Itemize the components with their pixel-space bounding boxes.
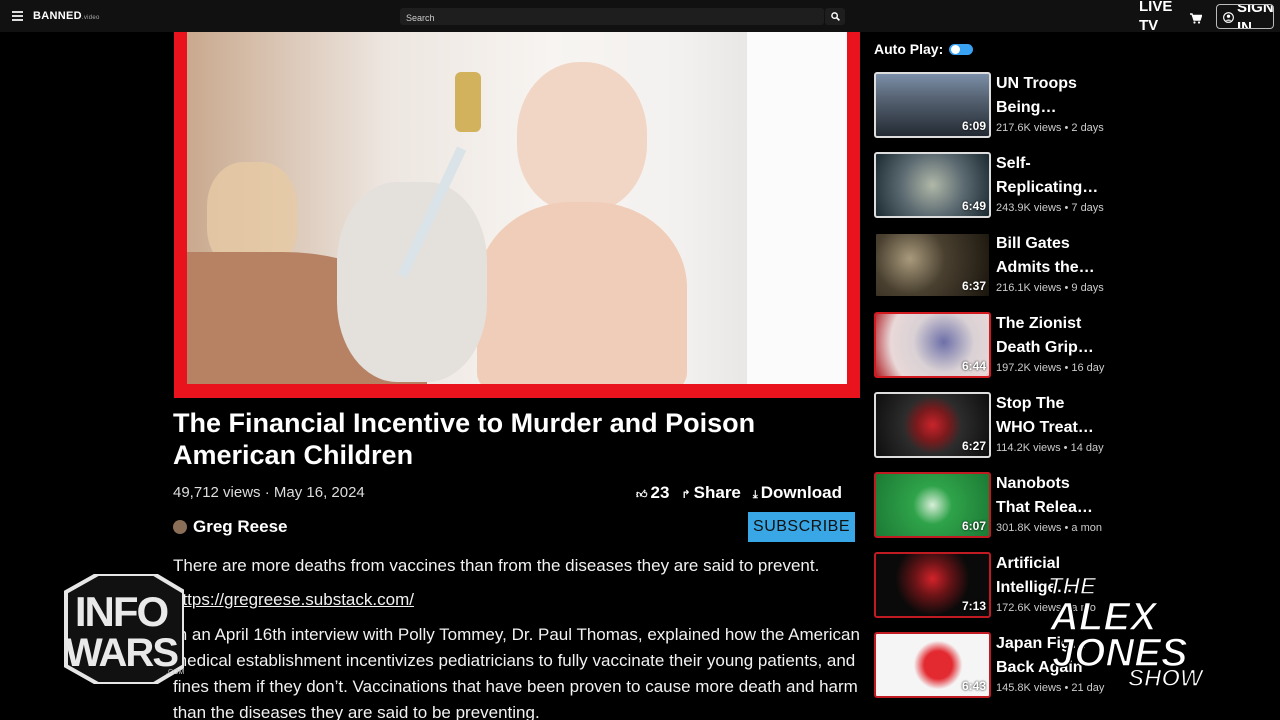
alex-jones-show-logo: THE ALEX JONES SHOW xyxy=(1040,570,1230,693)
substack-link[interactable]: https://gregreese.substack.com/ xyxy=(173,583,863,617)
svg-text:WARS: WARS xyxy=(65,631,178,675)
video-duration: 6:49 xyxy=(961,199,986,213)
autoplay-label: Auto Play: xyxy=(874,41,944,57)
share-button[interactable]: ↱ Share xyxy=(681,483,740,503)
related-title: Self-Replicating… xyxy=(996,155,1099,196)
related-video[interactable]: 6:27 Stop The WHO Treat… 114.2K views • … xyxy=(874,392,1114,462)
cart-icon[interactable] xyxy=(1190,11,1203,29)
related-meta: 114.2K views • 14 day xyxy=(996,442,1104,454)
video-duration: 6:09 xyxy=(961,119,986,133)
related-thumbnail: 7:13 xyxy=(874,552,991,618)
related-thumbnail: 6:44 xyxy=(874,312,991,378)
video-duration: 6:44 xyxy=(961,359,986,373)
like-count: 23 xyxy=(650,483,670,502)
video-actions: 👍︎ 23 ↱ Share ⤓ Download xyxy=(636,483,842,503)
like-button[interactable]: 👍︎ 23 xyxy=(636,483,669,503)
search-input[interactable] xyxy=(400,9,824,27)
related-title: UN Troops Being… xyxy=(996,75,1077,116)
sign-in-button[interactable]: SIGN IN xyxy=(1216,4,1274,29)
related-thumbnail: 6:43 xyxy=(874,632,991,698)
video-title: The Financial Incentive to Murder and Po… xyxy=(173,408,756,470)
site-logo[interactable]: BANNED.video xyxy=(33,10,100,22)
related-title: The Zionist Death Grip… xyxy=(996,315,1094,356)
sign-in-label: SIGN IN xyxy=(1237,4,1274,29)
video-duration: 6:07 xyxy=(961,519,986,533)
svg-text:.COM: .COM xyxy=(166,669,184,676)
infowars-logo: INFO WARS .COM xyxy=(58,572,186,686)
channel-link[interactable]: Greg Reese xyxy=(173,517,288,537)
related-thumbnail: 6:49 xyxy=(874,152,991,218)
related-video[interactable]: 6:44 The Zionist Death Grip… 197.2K view… xyxy=(874,312,1114,382)
related-thumbnail: 6:27 xyxy=(874,392,991,458)
related-meta: 197.2K views • 16 day xyxy=(996,362,1105,374)
top-bar: BANNED.video LIVE TV SIGN IN xyxy=(0,0,1280,35)
description-summary: There are more deaths from vaccines than… xyxy=(173,556,820,575)
live-tv-link[interactable]: LIVE TV xyxy=(1139,0,1179,35)
video-thumbnail xyxy=(187,32,847,384)
video-duration: 7:13 xyxy=(961,599,986,613)
related-video[interactable]: 6:07 Nanobots That Relea… 301.8K views •… xyxy=(874,472,1114,542)
video-player[interactable] xyxy=(174,32,860,398)
related-title: Nanobots That Relea… xyxy=(996,475,1093,516)
video-duration: 6:43 xyxy=(961,679,986,693)
related-meta: 216.1K views • 9 days xyxy=(996,282,1104,294)
thumb-up-icon: 👍︎ xyxy=(636,489,648,501)
related-thumbnail: 6:07 xyxy=(874,472,991,538)
related-video[interactable]: 6:49 Self-Replicating… 243.9K views • 7 … xyxy=(874,152,1114,222)
channel-avatar xyxy=(173,520,187,534)
video-duration: 6:37 xyxy=(961,279,986,293)
svg-text:INFO: INFO xyxy=(75,588,168,635)
related-thumbnail: 6:09 xyxy=(874,72,991,138)
views-and-date: 49,712 views · May 16, 2024 xyxy=(173,484,365,501)
autoplay-control: Auto Play: xyxy=(874,41,974,57)
related-meta: 243.9K views • 7 days xyxy=(996,202,1104,214)
related-meta: 217.6K views • 2 days xyxy=(996,122,1104,134)
related-thumbnail: 6:37 xyxy=(874,232,991,298)
related-meta: 301.8K views • a mon xyxy=(996,522,1102,534)
related-title: Bill Gates Admits the… xyxy=(996,235,1095,276)
video-duration: 6:27 xyxy=(961,439,986,453)
search-button[interactable] xyxy=(825,8,845,25)
hamburger-menu-icon[interactable] xyxy=(12,11,23,21)
related-title: Stop The WHO Treat… xyxy=(996,395,1094,436)
search-box xyxy=(400,8,824,27)
svg-text:SHOW: SHOW xyxy=(1128,665,1205,690)
download-icon: ⤓ xyxy=(752,489,758,501)
channel-name: Greg Reese xyxy=(193,517,288,536)
related-video[interactable]: 6:09 UN Troops Being… 217.6K views • 2 d… xyxy=(874,72,1114,142)
download-label: Download xyxy=(760,483,842,502)
autoplay-toggle[interactable] xyxy=(949,43,974,55)
description-body: In an April 16th interview with Polly To… xyxy=(173,625,860,720)
subscribe-button[interactable]: SUBSCRIBE xyxy=(748,512,855,542)
user-icon xyxy=(1223,12,1234,23)
share-label: Share xyxy=(693,483,741,502)
video-description: There are more deaths from vaccines than… xyxy=(173,549,863,720)
related-video[interactable]: 6:37 Bill Gates Admits the… 216.1K views… xyxy=(874,232,1114,302)
search-icon xyxy=(830,12,840,21)
download-button[interactable]: ⤓ Download xyxy=(753,483,842,503)
share-icon: ↱ xyxy=(681,489,691,501)
